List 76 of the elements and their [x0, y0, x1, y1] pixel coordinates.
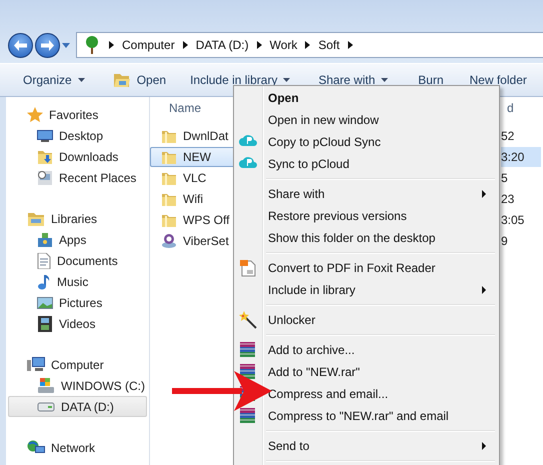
libraries-icon	[27, 210, 45, 226]
tree-icon	[83, 36, 101, 54]
chevron-icon	[305, 41, 310, 49]
star-icon	[27, 106, 43, 122]
toolbar-button[interactable]: Share with	[318, 73, 388, 87]
breadcrumb[interactable]: Soft	[318, 38, 340, 52]
cloud-icon	[239, 155, 257, 169]
document-icon	[37, 252, 51, 268]
column-header[interactable]: Name	[169, 101, 202, 115]
menu-item[interactable]: Send to	[236, 435, 497, 457]
stacked-books-icon	[239, 341, 257, 359]
date-cell-text: 3:05	[501, 212, 526, 228]
sidebar-item[interactable]: Music	[6, 271, 149, 292]
sidebar-item[interactable]: Recent Places	[6, 167, 149, 188]
caret-icon	[381, 78, 388, 82]
stacked-books-icon	[239, 407, 257, 425]
toolbar-button[interactable]: Burn	[418, 73, 444, 87]
drive-icon	[37, 402, 55, 412]
caret-icon	[283, 78, 290, 82]
recent-places-icon	[37, 170, 53, 186]
apps-icon	[37, 232, 53, 248]
column-header[interactable]: d	[507, 101, 543, 115]
menu-item[interactable]: Open	[236, 87, 497, 109]
history-dropdown[interactable]	[62, 43, 70, 48]
breadcrumb[interactable]: Computer	[122, 38, 175, 52]
chevron-icon	[256, 41, 262, 49]
forward-button[interactable]	[35, 33, 60, 58]
date-cell: 3:20	[501, 146, 541, 166]
toolbar-button[interactable]: New folder	[470, 73, 527, 87]
menu-item[interactable]: Include in library	[236, 279, 497, 301]
date-cell-text: 52	[501, 128, 516, 144]
downloads-icon	[37, 148, 53, 164]
date-cell-text: 9	[501, 232, 509, 250]
folder-icon	[112, 72, 131, 88]
sidebar-item[interactable]: Desktop	[6, 125, 149, 146]
installer-icon	[161, 232, 177, 248]
date-cell-text: 5	[501, 170, 509, 186]
toolbar-button[interactable]: Organize	[23, 73, 85, 87]
date-cell-text: 23	[501, 190, 516, 208]
monitor-icon	[37, 128, 53, 142]
chevron-icon	[348, 41, 353, 49]
music-note-icon	[37, 274, 51, 290]
sidebar-heading[interactable]: Libraries	[6, 208, 149, 229]
arrow-icon	[41, 40, 54, 51]
caret-icon	[62, 43, 70, 48]
toolbar-button[interactable]: Open	[112, 72, 166, 88]
drive-icon	[37, 378, 55, 394]
menu-item[interactable]: Convert to PDF in Foxit Reader	[236, 257, 497, 279]
back-button[interactable]	[8, 33, 33, 58]
menu-item[interactable]: Unlocker	[236, 309, 497, 331]
breadcrumb[interactable]: Work	[270, 38, 298, 52]
sidebar-item[interactable]: DATA (D:)	[8, 396, 147, 417]
chevron-icon	[182, 41, 188, 49]
magic-wand-icon	[239, 311, 257, 329]
sidebar-item[interactable]: Videos	[6, 313, 149, 334]
breadcrumb[interactable]: DATA (D:)	[196, 38, 249, 52]
network-icon	[27, 440, 45, 456]
sidebar-item[interactable]: Downloads	[6, 146, 149, 167]
sidebar-item[interactable]: Apps	[6, 229, 149, 250]
sidebar-heading[interactable]: Network	[6, 437, 149, 458]
menu-item[interactable]: Compress to "NEW.rar" and email	[236, 405, 497, 427]
sidebar-item[interactable]: Documents	[6, 250, 149, 271]
computer-icon	[27, 356, 45, 372]
pdf-document-icon	[239, 259, 257, 277]
menu-item[interactable]: Add to archive...	[236, 339, 497, 361]
sidebar-item[interactable]: WINDOWS (C:)	[6, 375, 149, 396]
cloud-icon	[239, 133, 257, 147]
film-icon	[37, 316, 53, 332]
toolbar-button[interactable]: Include in library	[190, 73, 290, 87]
picture-icon	[37, 296, 53, 310]
caret-icon	[78, 78, 85, 82]
sidebar-item[interactable]: Pictures	[6, 292, 149, 313]
sidebar-heading[interactable]: Computer	[6, 354, 149, 375]
arrow-icon	[14, 40, 27, 51]
chevron-icon	[109, 41, 114, 49]
sidebar-heading[interactable]: Favorites	[6, 104, 149, 125]
